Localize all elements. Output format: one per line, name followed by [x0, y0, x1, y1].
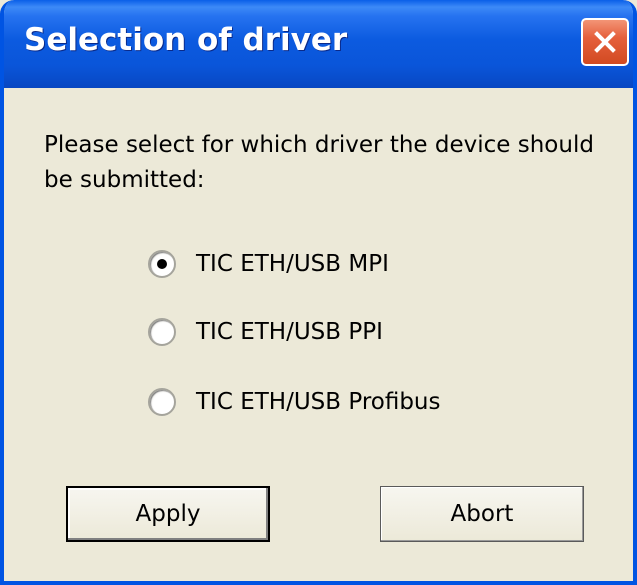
- radio-option-mpi[interactable]: TIC ETH/USB MPI: [148, 250, 389, 278]
- radio-button[interactable]: [148, 318, 176, 346]
- radio-selected-dot: [157, 259, 167, 269]
- close-icon: [594, 31, 616, 53]
- radio-label[interactable]: TIC ETH/USB Profibus: [196, 389, 441, 415]
- radio-option-profibus[interactable]: TIC ETH/USB Profibus: [148, 388, 441, 416]
- radio-button[interactable]: [148, 250, 176, 278]
- window-title: Selection of driver: [24, 22, 348, 58]
- close-button[interactable]: [581, 18, 629, 66]
- title-bar[interactable]: Selection of driver: [4, 0, 633, 88]
- dialog-window: Selection of driver Please select for wh…: [0, 0, 637, 585]
- radio-label[interactable]: TIC ETH/USB MPI: [196, 251, 389, 277]
- dialog-content: Please select for which driver the devic…: [4, 88, 633, 581]
- abort-button[interactable]: Abort: [380, 486, 584, 542]
- radio-button[interactable]: [148, 388, 176, 416]
- instruction-text: Please select for which driver the devic…: [44, 132, 594, 193]
- radio-label[interactable]: TIC ETH/USB PPI: [196, 319, 383, 345]
- apply-button[interactable]: Apply: [66, 486, 270, 542]
- radio-option-ppi[interactable]: TIC ETH/USB PPI: [148, 318, 383, 346]
